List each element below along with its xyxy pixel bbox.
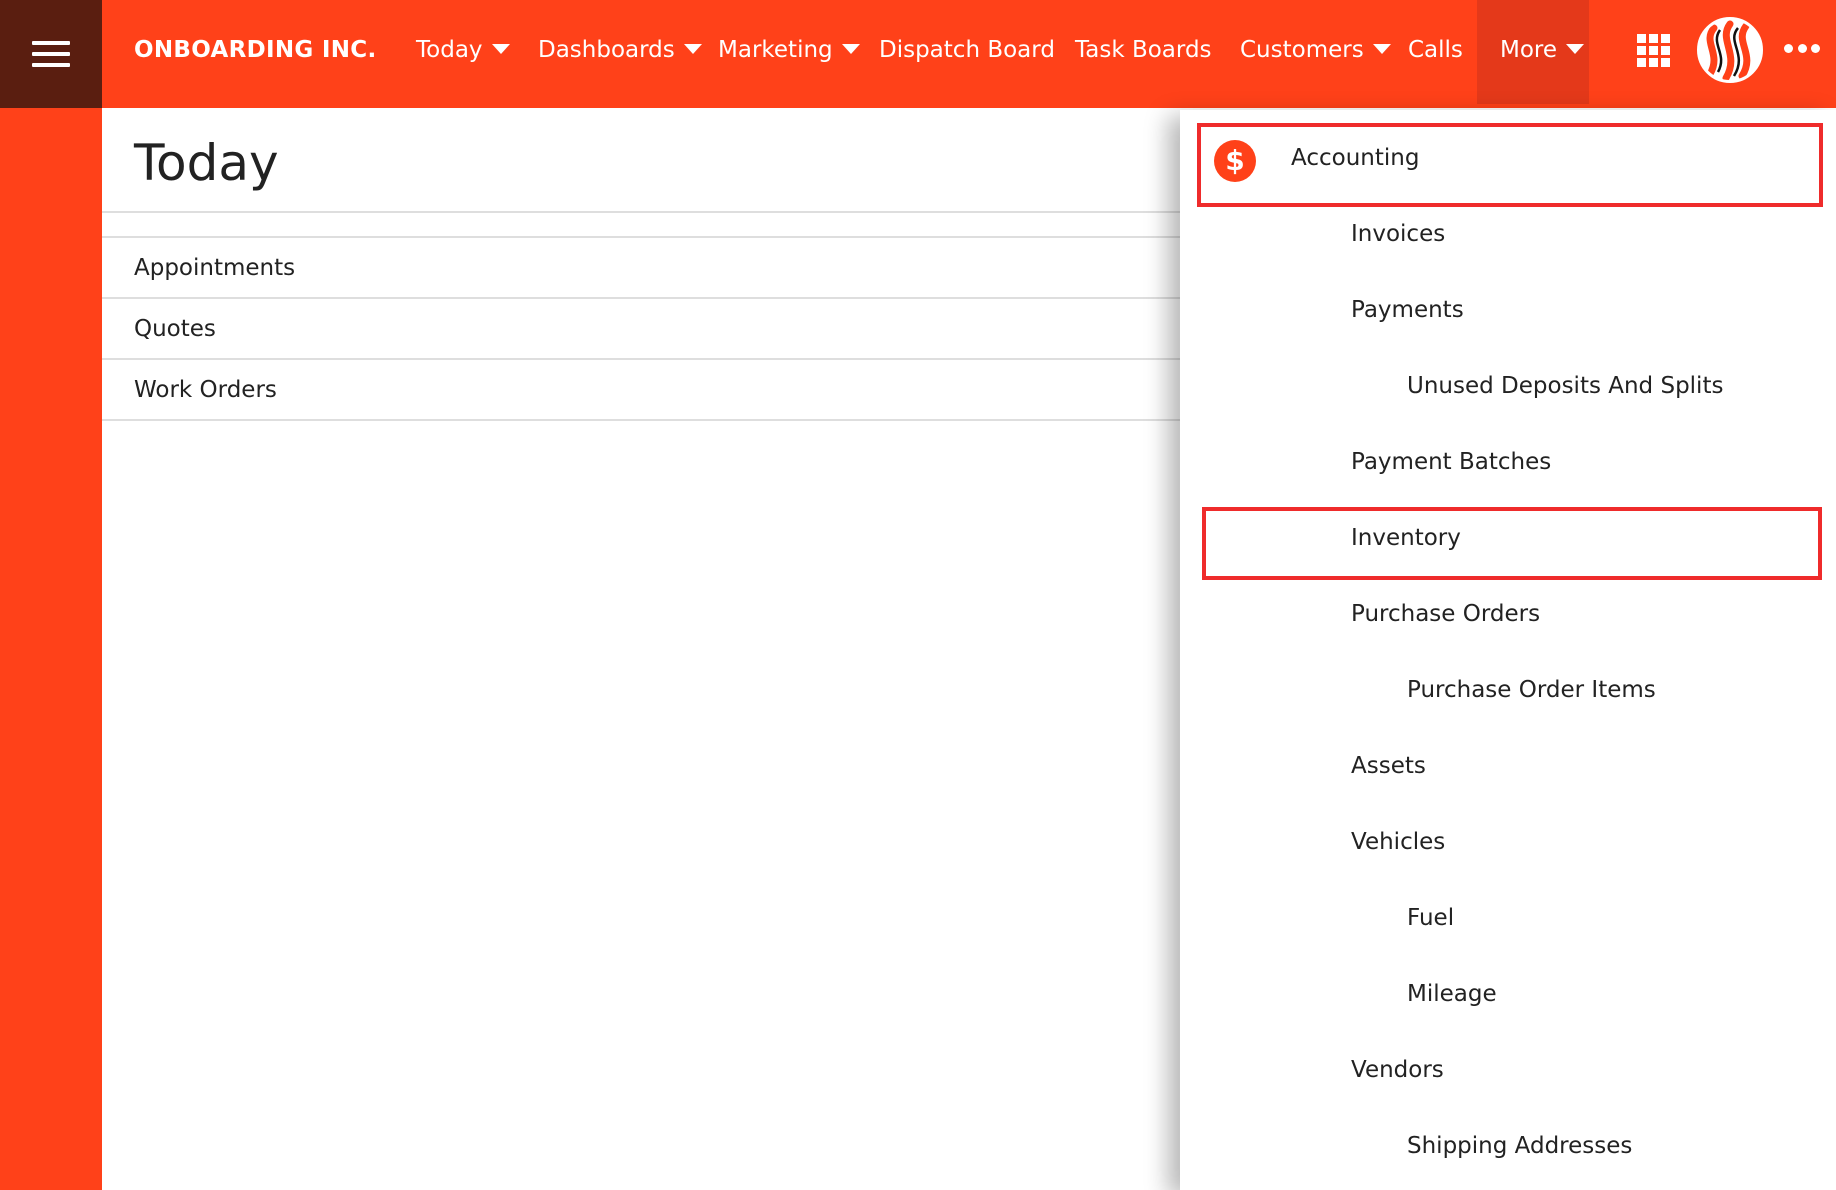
hamburger-line — [32, 41, 70, 45]
caret-down-icon — [683, 43, 702, 54]
nav-calls[interactable]: Calls — [1408, 0, 1463, 100]
nav-today-label: Today — [416, 37, 483, 63]
hamburger-line — [32, 52, 70, 56]
grid-dot — [1637, 58, 1646, 67]
nav-dashboards[interactable]: Dashboards — [538, 0, 702, 100]
dot — [1797, 44, 1807, 53]
menu-item-mileage[interactable]: Mileage — [1407, 981, 1497, 1007]
dollar-icon: $ — [1214, 140, 1256, 182]
menu-item-unused-deposits-and-splits[interactable]: Unused Deposits And Splits — [1407, 373, 1723, 399]
apps-grid-icon[interactable] — [1637, 34, 1671, 68]
more-options-icon[interactable] — [1784, 44, 1820, 56]
top-navigation-bar: ONBOARDING INC. Today Dashboards Marketi… — [0, 0, 1836, 108]
dot — [1784, 44, 1793, 53]
grid-dot — [1649, 58, 1658, 67]
page-title: Today — [134, 134, 279, 192]
menu-item-invoices[interactable]: Invoices — [1351, 221, 1445, 247]
menu-item-payment-batches[interactable]: Payment Batches — [1351, 449, 1551, 475]
menu-item-vendors[interactable]: Vendors — [1351, 1057, 1444, 1083]
nav-task-boards[interactable]: Task Boards — [1075, 0, 1212, 100]
nav-more[interactable]: More — [1500, 0, 1585, 100]
dot — [1811, 44, 1820, 53]
grid-dot — [1661, 58, 1670, 67]
more-dropdown-menu: $ Accounting Invoices Payments Unused De… — [1180, 110, 1836, 1190]
nav-task-boards-label: Task Boards — [1075, 37, 1212, 63]
menu-item-accounting[interactable]: Accounting — [1291, 145, 1419, 171]
grid-dot — [1637, 46, 1646, 55]
caret-down-icon — [1566, 43, 1585, 54]
grid-dot — [1661, 34, 1670, 43]
nav-more-label: More — [1500, 37, 1558, 63]
nav-today[interactable]: Today — [416, 0, 510, 100]
grid-dot — [1637, 34, 1646, 43]
grid-dot — [1649, 34, 1658, 43]
menu-item-inventory[interactable]: Inventory — [1351, 525, 1461, 551]
grid-dot — [1661, 46, 1670, 55]
caret-down-icon — [491, 43, 510, 54]
nav-customers[interactable]: Customers — [1240, 0, 1391, 100]
menu-item-purchase-orders[interactable]: Purchase Orders — [1351, 601, 1540, 627]
menu-item-purchase-order-items[interactable]: Purchase Order Items — [1407, 677, 1656, 703]
nav-calls-label: Calls — [1408, 37, 1463, 63]
grid-dot — [1649, 46, 1658, 55]
menu-item-fuel[interactable]: Fuel — [1407, 905, 1454, 931]
user-avatar[interactable] — [1697, 17, 1763, 83]
company-name[interactable]: ONBOARDING INC. — [134, 0, 377, 100]
nav-marketing-label: Marketing — [718, 37, 833, 63]
menu-item-payments[interactable]: Payments — [1351, 297, 1464, 323]
menu-item-vehicles[interactable]: Vehicles — [1351, 829, 1445, 855]
menu-item-shipping-addresses[interactable]: Shipping Addresses — [1407, 1133, 1632, 1159]
nav-marketing[interactable]: Marketing — [718, 0, 860, 100]
caret-down-icon — [841, 43, 860, 54]
highlight-box-inventory — [1202, 507, 1822, 580]
nav-customers-label: Customers — [1240, 37, 1364, 63]
hamburger-menu-icon[interactable] — [0, 0, 102, 108]
menu-item-assets[interactable]: Assets — [1351, 753, 1426, 779]
caret-down-icon — [1372, 43, 1391, 54]
nav-dashboards-label: Dashboards — [538, 37, 675, 63]
nav-dispatch-board[interactable]: Dispatch Board — [879, 0, 1055, 100]
nav-dispatch-board-label: Dispatch Board — [879, 37, 1055, 63]
avatar-logo-icon — [1700, 20, 1760, 80]
hamburger-line — [32, 63, 70, 67]
